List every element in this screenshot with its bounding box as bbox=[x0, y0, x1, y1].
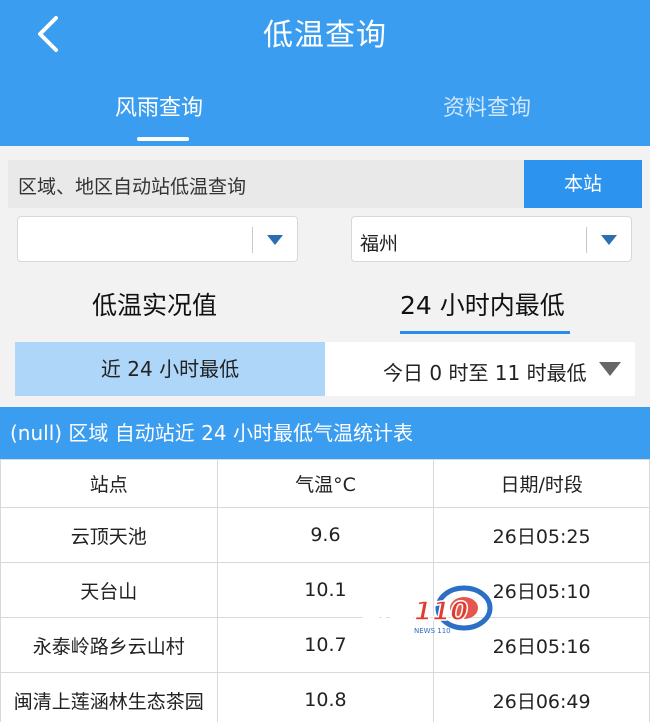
city-select[interactable]: 福州 bbox=[351, 216, 632, 262]
datetime-cell: 26日05:25 bbox=[433, 507, 650, 563]
tab-wind-rain-query[interactable]: 风雨查询 bbox=[115, 90, 203, 122]
temperature-cell: 9.6 bbox=[216, 507, 435, 563]
station-cell: 天台山 bbox=[0, 562, 218, 618]
table-title: (null) 区域 自动站近 24 小时最低气温统计表 bbox=[0, 407, 650, 459]
table-row: 永泰岭路乡云山村 10.7 26日05:16 bbox=[0, 617, 650, 673]
svg-text:NEWS 110: NEWS 110 bbox=[414, 627, 451, 635]
app-header: 低温查询 风雨查询 资料查询 bbox=[0, 0, 650, 146]
dropdown-arrow-icon bbox=[601, 235, 617, 245]
select-divider bbox=[586, 227, 587, 253]
select-divider bbox=[252, 227, 253, 253]
dropdown-arrow-icon[interactable] bbox=[599, 362, 621, 376]
svg-text:新闻110: 新闻110 bbox=[362, 597, 468, 627]
column-header-station: 站点 bbox=[0, 459, 218, 508]
query-label: 区域、地区自动站低温查询 bbox=[18, 176, 247, 198]
column-header-temperature: 气温°C bbox=[216, 459, 435, 508]
active-mode-indicator bbox=[400, 331, 570, 334]
range-last-24h[interactable]: 近 24 小时最低 bbox=[15, 342, 325, 396]
mode-24h-low[interactable]: 24 小时内最低 bbox=[400, 286, 565, 322]
station-cell: 云顶天池 bbox=[0, 507, 218, 563]
station-cell: 闽清上莲涵林生态茶园 bbox=[0, 672, 218, 722]
table-row: 天台山 10.1 26日05:10 bbox=[0, 562, 650, 618]
table-row: 闽清上莲涵林生态茶园 10.8 26日06:49 bbox=[0, 672, 650, 722]
range-selector: 近 24 小时最低 今日 0 时至 11 时最低 bbox=[15, 342, 635, 396]
city-select-value: 福州 bbox=[360, 233, 399, 255]
mode-current-low[interactable]: 低温实况值 bbox=[92, 286, 217, 322]
station-cell: 永泰岭路乡云山村 bbox=[0, 617, 218, 673]
region-select[interactable] bbox=[17, 216, 298, 262]
range-today-0-11[interactable]: 今日 0 时至 11 时最低 bbox=[383, 357, 587, 386]
news110-watermark-logo: 新闻110 NEWS 110 bbox=[361, 585, 493, 635]
local-station-button[interactable]: 本站 bbox=[524, 160, 642, 208]
table-header-row: 站点 气温°C 日期/时段 bbox=[0, 459, 650, 508]
query-bar: 区域、地区自动站低温查询 本站 bbox=[8, 160, 642, 208]
tab-data-query[interactable]: 资料查询 bbox=[443, 90, 531, 122]
table-row: 云顶天池 9.6 26日05:25 bbox=[0, 507, 650, 563]
page-title: 低温查询 bbox=[263, 18, 387, 53]
datetime-cell: 26日06:49 bbox=[433, 672, 650, 722]
dropdown-arrow-icon bbox=[267, 235, 283, 245]
active-tab-indicator bbox=[137, 137, 189, 141]
temperature-cell: 10.8 bbox=[216, 672, 435, 722]
low-temp-table: 站点 气温°C 日期/时段 云顶天池 9.6 26日05:25 天台山 10.1… bbox=[0, 459, 650, 722]
column-header-datetime: 日期/时段 bbox=[433, 459, 650, 508]
